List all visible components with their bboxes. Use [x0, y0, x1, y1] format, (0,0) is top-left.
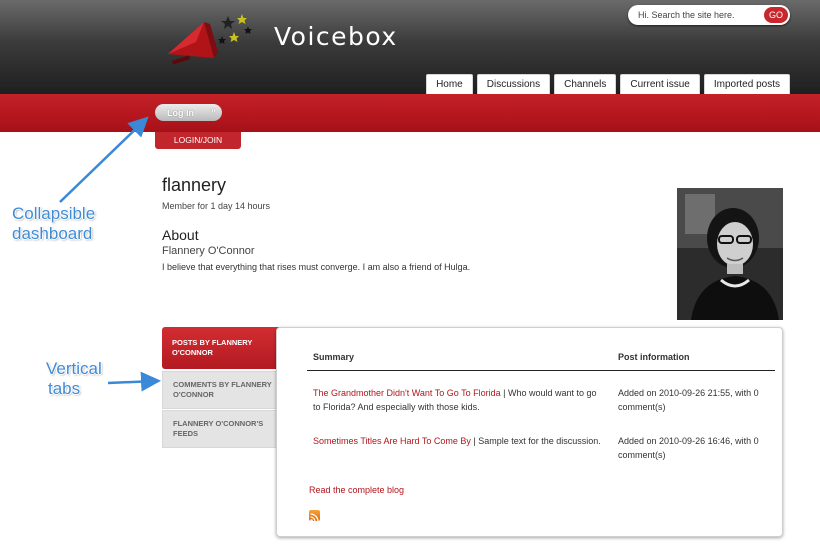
column-header-summary: Summary [313, 352, 355, 362]
summary-cell: The Grandmother Didn't Want To Go To Flo… [313, 386, 603, 414]
bio-text: I believe that everything that rises mus… [162, 262, 471, 272]
vtab-label: POSTS BY FLANNERY O'CONNOR [172, 338, 253, 357]
rss-feed-icon[interactable] [309, 510, 320, 522]
annotation-collapsible-dashboard: Collapsible dashboard [12, 204, 95, 244]
full-name: Flannery O'Connor [162, 245, 255, 257]
post-info-cell: Added on 2010-09-26 21:55, with 0 commen… [618, 388, 759, 412]
vtab-posts[interactable]: POSTS BY FLANNERY O'CONNOR » [162, 327, 291, 369]
vtab-label: COMMENTS BY FLANNERY O'CONNOR [173, 380, 272, 399]
annotation-line: Collapsible [12, 204, 96, 223]
column-header-post-info: Post information [618, 352, 690, 362]
vtab-feeds[interactable]: FLANNERY O'CONNOR'S FEEDS [162, 410, 291, 448]
avatar [677, 188, 783, 320]
portrait-photo-icon [677, 188, 783, 320]
vtab-label: FLANNERY O'CONNOR'S FEEDS [173, 419, 264, 438]
vtab-comments[interactable]: COMMENTS BY FLANNERY O'CONNOR [162, 371, 291, 409]
posts-panel: Summary Post information The Grandmother… [276, 327, 783, 537]
summary-cell: Sometimes Titles Are Hard To Come By | S… [313, 434, 603, 448]
post-info-cell: Added on 2010-09-26 16:46, with 0 commen… [618, 436, 759, 460]
annotation-line: tabs [48, 379, 81, 398]
member-for-text: Member for 1 day 14 hours [162, 201, 271, 211]
page-title: flannery [162, 175, 227, 195]
dashboard-arrow-icon [59, 116, 149, 203]
read-complete-blog-link[interactable]: Read the complete blog [309, 485, 404, 495]
annotation-line: Vertical [46, 359, 102, 378]
table-header-divider [307, 370, 775, 371]
about-heading: About [162, 227, 199, 243]
vertical-tabs-arrow-icon [107, 371, 161, 392]
post-excerpt: | Sample text for the discussion. [470, 436, 601, 446]
post-title-link[interactable]: The Grandmother Didn't Want To Go To Flo… [313, 388, 501, 398]
annotation-vertical-tabs: Vertical tabs [46, 359, 102, 399]
post-title-link[interactable]: Sometimes Titles Are Hard To Come By [313, 436, 471, 446]
annotation-line: dashboard [12, 224, 93, 243]
